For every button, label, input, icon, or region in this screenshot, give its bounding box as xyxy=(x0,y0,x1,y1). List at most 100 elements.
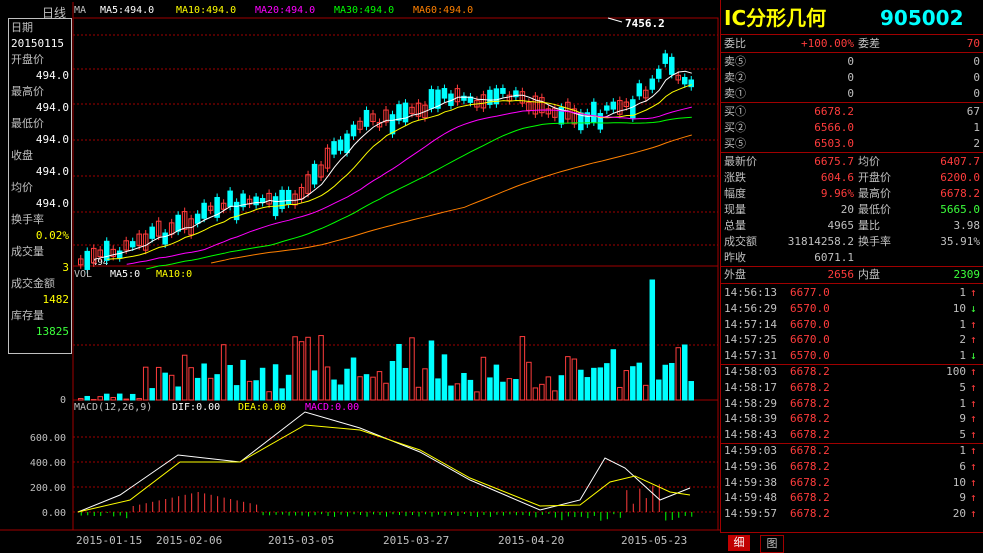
volume-bar xyxy=(488,378,492,400)
tick-volume: 5 xyxy=(924,427,966,443)
stats-row: 昨收6071.1 xyxy=(724,250,980,266)
outer-inner-row: 外盘 2656 内盘 2309 xyxy=(724,267,980,283)
volume-bar xyxy=(286,375,290,400)
tick-price: 6678.2 xyxy=(790,443,830,459)
instrument-title: IC分形几何 xyxy=(724,4,826,32)
candle-body xyxy=(85,251,89,269)
tick-row: 14:56:296570.010↓ xyxy=(724,301,980,317)
candle-body xyxy=(403,103,407,122)
volume-bar xyxy=(98,397,102,400)
tick-row: 14:57:146670.01↑ xyxy=(724,317,980,333)
candle-body xyxy=(332,142,336,154)
stat-label: 最高价 xyxy=(858,186,891,202)
volume-bar xyxy=(514,380,518,400)
tab-chart[interactable]: 图 xyxy=(760,535,784,553)
stat-value: 6675.7 xyxy=(784,154,854,170)
tick-row: 14:58:296678.21↑ xyxy=(724,396,980,412)
volume-bar xyxy=(533,388,537,400)
volume-bar xyxy=(520,337,524,400)
ma10-header: MA10:494.0 xyxy=(176,5,236,16)
volume-bar xyxy=(397,344,401,400)
stat-label: 成交额 xyxy=(724,234,757,250)
tick-time: 14:57:31 xyxy=(724,348,777,364)
stat-value: 9.96% xyxy=(784,186,854,202)
buy-row: 买①6678.267 xyxy=(724,104,980,120)
volume-bar xyxy=(663,365,667,400)
vol-zero-label: 0 xyxy=(60,395,66,406)
x-tick-1: 2015-01-15 xyxy=(76,534,142,547)
volume-bar xyxy=(605,364,609,400)
volume-bar xyxy=(637,363,641,400)
volume-bar xyxy=(299,342,303,400)
moving-average-lines xyxy=(94,71,692,269)
tick-volume: 9 xyxy=(924,411,966,427)
volume-bar xyxy=(338,385,342,400)
buy-price: 6566.0 xyxy=(794,120,854,136)
tick-volume: 1 xyxy=(924,348,966,364)
weibi-label: 委比 xyxy=(724,36,746,52)
volume-bar xyxy=(676,348,680,400)
candle-body xyxy=(592,102,596,122)
tick-price: 6670.0 xyxy=(790,332,830,348)
volume-bar xyxy=(306,337,310,400)
volume-bar xyxy=(650,280,654,400)
sell-level-label: 卖⑤ xyxy=(724,54,746,70)
tick-time: 14:59:38 xyxy=(724,475,777,491)
buy-row: 买⑤6503.02 xyxy=(724,136,980,152)
tick-row: 14:58:176678.25↑ xyxy=(724,380,980,396)
buy-volume: 67 xyxy=(924,104,980,120)
volume-bar xyxy=(670,363,674,400)
volume-bar xyxy=(475,392,479,400)
arrow-up-icon: ↑ xyxy=(970,317,977,333)
volume-bar xyxy=(143,367,147,400)
candle-body xyxy=(228,191,232,206)
volume-bar xyxy=(371,377,375,400)
tick-row: 14:58:436678.25↑ xyxy=(724,427,980,443)
volume-bar xyxy=(462,373,466,400)
tick-row: 14:59:036678.21↑ xyxy=(724,443,980,459)
volume-bar xyxy=(241,360,245,400)
volume-bar xyxy=(436,379,440,400)
tab-detail[interactable]: 细 xyxy=(728,535,750,551)
volume-bar xyxy=(553,391,557,400)
stat-value: 6678.2 xyxy=(920,186,980,202)
outer-label: 外盘 xyxy=(724,267,746,283)
volume-bar xyxy=(182,355,186,400)
stat-value: 35.91% xyxy=(920,234,980,250)
volume-bar xyxy=(221,345,225,400)
tick-price: 6678.2 xyxy=(790,364,830,380)
tick-volume: 6 xyxy=(924,459,966,475)
volume-bar xyxy=(598,368,602,400)
stat-value: 604.6 xyxy=(784,170,854,186)
volume-bar xyxy=(325,367,329,400)
arrow-up-icon: ↑ xyxy=(970,364,977,380)
volume-bar xyxy=(195,378,199,400)
candle-body xyxy=(501,89,505,94)
tick-row: 14:57:256670.02↑ xyxy=(724,332,980,348)
sell-volume: 0 xyxy=(924,54,980,70)
arrow-up-icon: ↑ xyxy=(970,475,977,491)
tick-price: 6678.2 xyxy=(790,490,830,506)
stat-label: 最新价 xyxy=(724,154,757,170)
volume-bar xyxy=(527,362,531,400)
stats-row: 成交额31814258.2换手率35.91% xyxy=(724,234,980,250)
tick-row: 14:59:486678.29↑ xyxy=(724,490,980,506)
buy-level-label: 买⑤ xyxy=(724,136,746,152)
ma20-line xyxy=(127,107,692,264)
sell-volume: 0 xyxy=(924,86,980,102)
candle-body xyxy=(195,214,199,223)
chart-canvas[interactable]: MA MA5:494.0 MA10:494.0 MA20:494.0 MA30:… xyxy=(0,0,720,552)
buy-level-label: 买② xyxy=(724,120,746,136)
volume-bar xyxy=(468,380,472,400)
candle-body xyxy=(670,57,674,74)
buy-price: 6503.0 xyxy=(794,136,854,152)
weibi-value: +100.00% xyxy=(794,36,854,52)
volume-bar xyxy=(104,394,108,400)
tick-volume: 10 xyxy=(924,301,966,317)
stat-label: 总量 xyxy=(724,218,746,234)
volume-bar xyxy=(624,371,628,400)
candle-body xyxy=(611,102,615,109)
tick-row: 14:58:396678.29↑ xyxy=(724,411,980,427)
weicha-label: 委差 xyxy=(858,36,880,52)
volume-bar xyxy=(137,399,141,400)
